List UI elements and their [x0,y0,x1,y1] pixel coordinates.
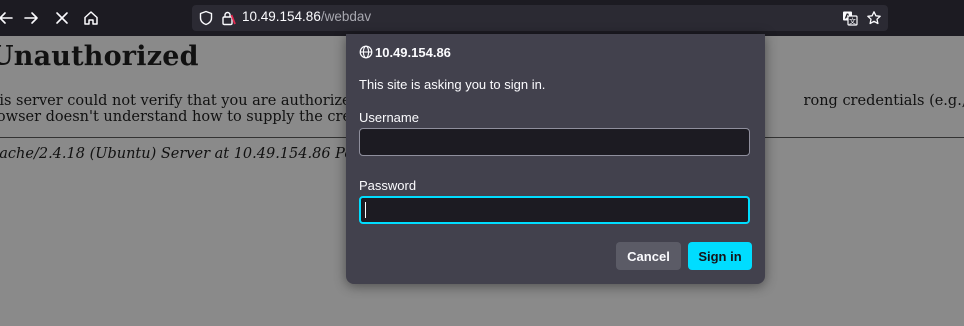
auth-dialog: 10.49.154.86 This site is asking you to … [346,34,765,284]
username-field[interactable] [359,128,750,156]
sign-in-button[interactable]: Sign in [688,242,752,270]
shield-icon[interactable] [198,10,214,26]
dialog-message: This site is asking you to sign in. [359,77,546,92]
browser-toolbar: 10.49.154.86/webdav A 文 [0,0,964,36]
forward-button[interactable] [19,6,43,30]
dialog-host: 10.49.154.86 [375,45,451,60]
lock-warning-icon[interactable] [220,10,236,26]
password-label: Password [359,178,417,193]
arrow-right-icon [24,12,38,24]
arrow-left-icon [0,12,13,24]
password-field[interactable] [359,196,750,224]
svg-text:文: 文 [849,16,856,25]
url-host: 10.49.154.86 [242,9,321,24]
translate-icon[interactable]: A 文 [842,10,858,26]
url-bar[interactable]: 10.49.154.86/webdav A 文 [192,5,888,31]
text-cursor [365,202,366,218]
server-signature: pache/2.4.18 (Ubuntu) Server at 10.49.15… [0,146,366,162]
globe-icon [359,45,373,59]
username-label: Username [359,110,419,125]
close-icon [56,12,68,24]
url-text[interactable]: 10.49.154.86/webdav [242,9,371,24]
url-path: /webdav [320,9,372,24]
cancel-button[interactable]: Cancel [616,242,681,270]
home-button[interactable] [79,6,103,30]
stop-button[interactable] [50,6,74,30]
star-icon[interactable] [866,10,882,26]
page-heading: Unauthorized [0,41,199,72]
back-button[interactable] [0,6,18,30]
home-icon [84,11,98,25]
